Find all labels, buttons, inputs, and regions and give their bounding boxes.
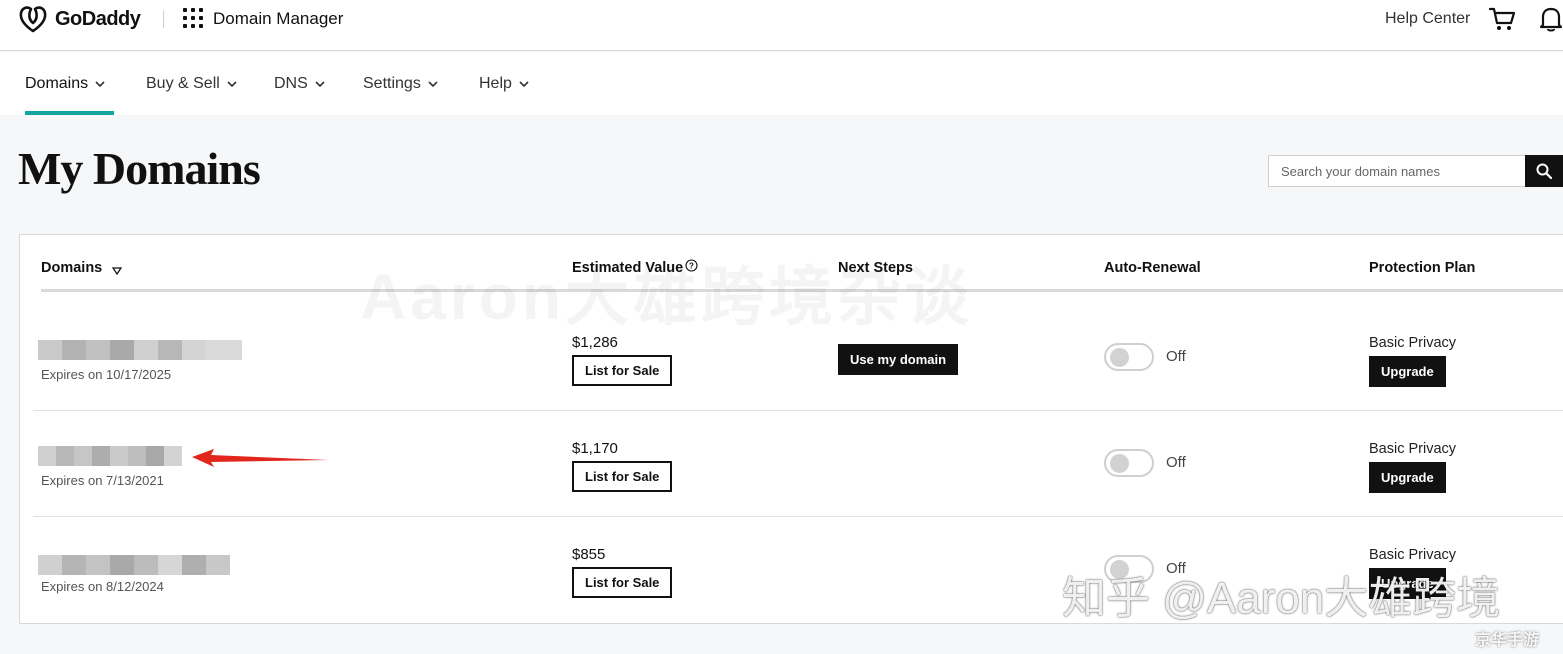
auto-renewal-status: Off [1166,560,1186,577]
svg-text:?: ? [689,261,694,270]
nav-settings-label: Settings [363,75,421,92]
bell-icon[interactable] [1538,5,1563,33]
search-box [1268,155,1525,187]
protection-plan-name: Basic Privacy [1369,335,1457,351]
column-header-estimated-value: Estimated Value ? [572,258,698,276]
header-divider [163,10,164,28]
chevron-down-icon [519,81,529,88]
row-divider [33,410,1563,411]
nav-help-label: Help [479,75,512,92]
list-for-sale-button[interactable]: List for Sale [572,355,673,386]
nav-dns-label: DNS [274,75,308,92]
use-my-domain-button[interactable]: Use my domain [838,344,959,375]
column-header-protection-plan: Protection Plan [1369,260,1476,276]
search-input[interactable] [1269,156,1525,186]
godaddy-logo-icon [19,6,47,33]
protection-plan-name: Basic Privacy [1369,441,1457,457]
column-header-next-steps: Next Steps [838,260,913,276]
nav-buy-sell-label: Buy & Sell [146,75,220,92]
app-title: Domain Manager [213,9,344,28]
search-button[interactable] [1525,155,1563,187]
upgrade-button[interactable]: Upgrade [1369,356,1446,387]
chevron-down-icon [428,81,438,88]
domain-name-redacted[interactable] [38,446,182,466]
auto-renewal-toggle[interactable] [1104,555,1154,583]
sort-triangle-icon[interactable] [112,266,123,276]
list-for-sale-button[interactable]: List for Sale [572,567,673,598]
godaddy-logo[interactable]: GoDaddy [18,5,141,33]
nav-buy-sell[interactable]: Buy & Sell [146,75,237,93]
apps-grid-icon[interactable] [183,8,203,28]
chevron-down-icon [227,81,237,88]
nav-domains[interactable]: Domains [25,75,105,93]
header-divider [41,289,1563,292]
upgrade-button[interactable]: Upgrade [1369,462,1446,493]
expiry-date: Expires on 10/17/2025 [41,367,172,382]
nav-settings[interactable]: Settings [363,75,438,93]
nav-dns[interactable]: DNS [274,75,325,93]
estimated-value: $855 [572,546,606,563]
page-title: My Domains [18,143,261,194]
domain-name-redacted[interactable] [38,340,242,360]
chevron-down-icon [315,81,325,88]
top-header: GoDaddy Domain Manager Help Center [0,0,1563,51]
column-header-estimated-value-label: Estimated Value [572,260,684,276]
main-nav: Domains Buy & Sell DNS Settings Help [0,52,1563,115]
nav-domains-label: Domains [25,75,89,92]
protection-plan-name: Basic Privacy [1369,547,1457,563]
chevron-down-icon [95,81,105,88]
active-tab-indicator [25,111,114,115]
auto-renewal-status: Off [1166,454,1186,471]
auto-renewal-toggle[interactable] [1104,343,1154,371]
column-header-domains[interactable]: Domains [41,260,123,276]
estimated-value: $1,170 [572,440,618,457]
help-center-link[interactable]: Help Center [1385,10,1470,28]
corner-watermark: 京华手游 [1475,632,1540,649]
info-icon[interactable]: ? [685,258,698,272]
logo-text: GoDaddy [55,7,141,30]
row-divider [33,516,1563,517]
expiry-date: Expires on 7/13/2021 [41,473,164,488]
column-header-domains-label: Domains [41,260,103,276]
column-header-auto-renewal: Auto-Renewal [1104,260,1201,276]
upgrade-button[interactable]: Upgrade [1369,568,1446,599]
expiry-date: Expires on 8/12/2024 [41,579,164,594]
domain-name-redacted[interactable] [38,555,230,575]
search-icon [1536,163,1552,179]
cart-icon[interactable] [1488,5,1516,33]
nav-help[interactable]: Help [479,75,529,93]
auto-renewal-toggle[interactable] [1104,449,1154,477]
auto-renewal-status: Off [1166,348,1186,365]
estimated-value: $1,286 [572,334,618,351]
list-for-sale-button[interactable]: List for Sale [572,461,673,492]
domains-table: Domains Estimated Value ? Next Steps Aut… [19,234,1563,624]
